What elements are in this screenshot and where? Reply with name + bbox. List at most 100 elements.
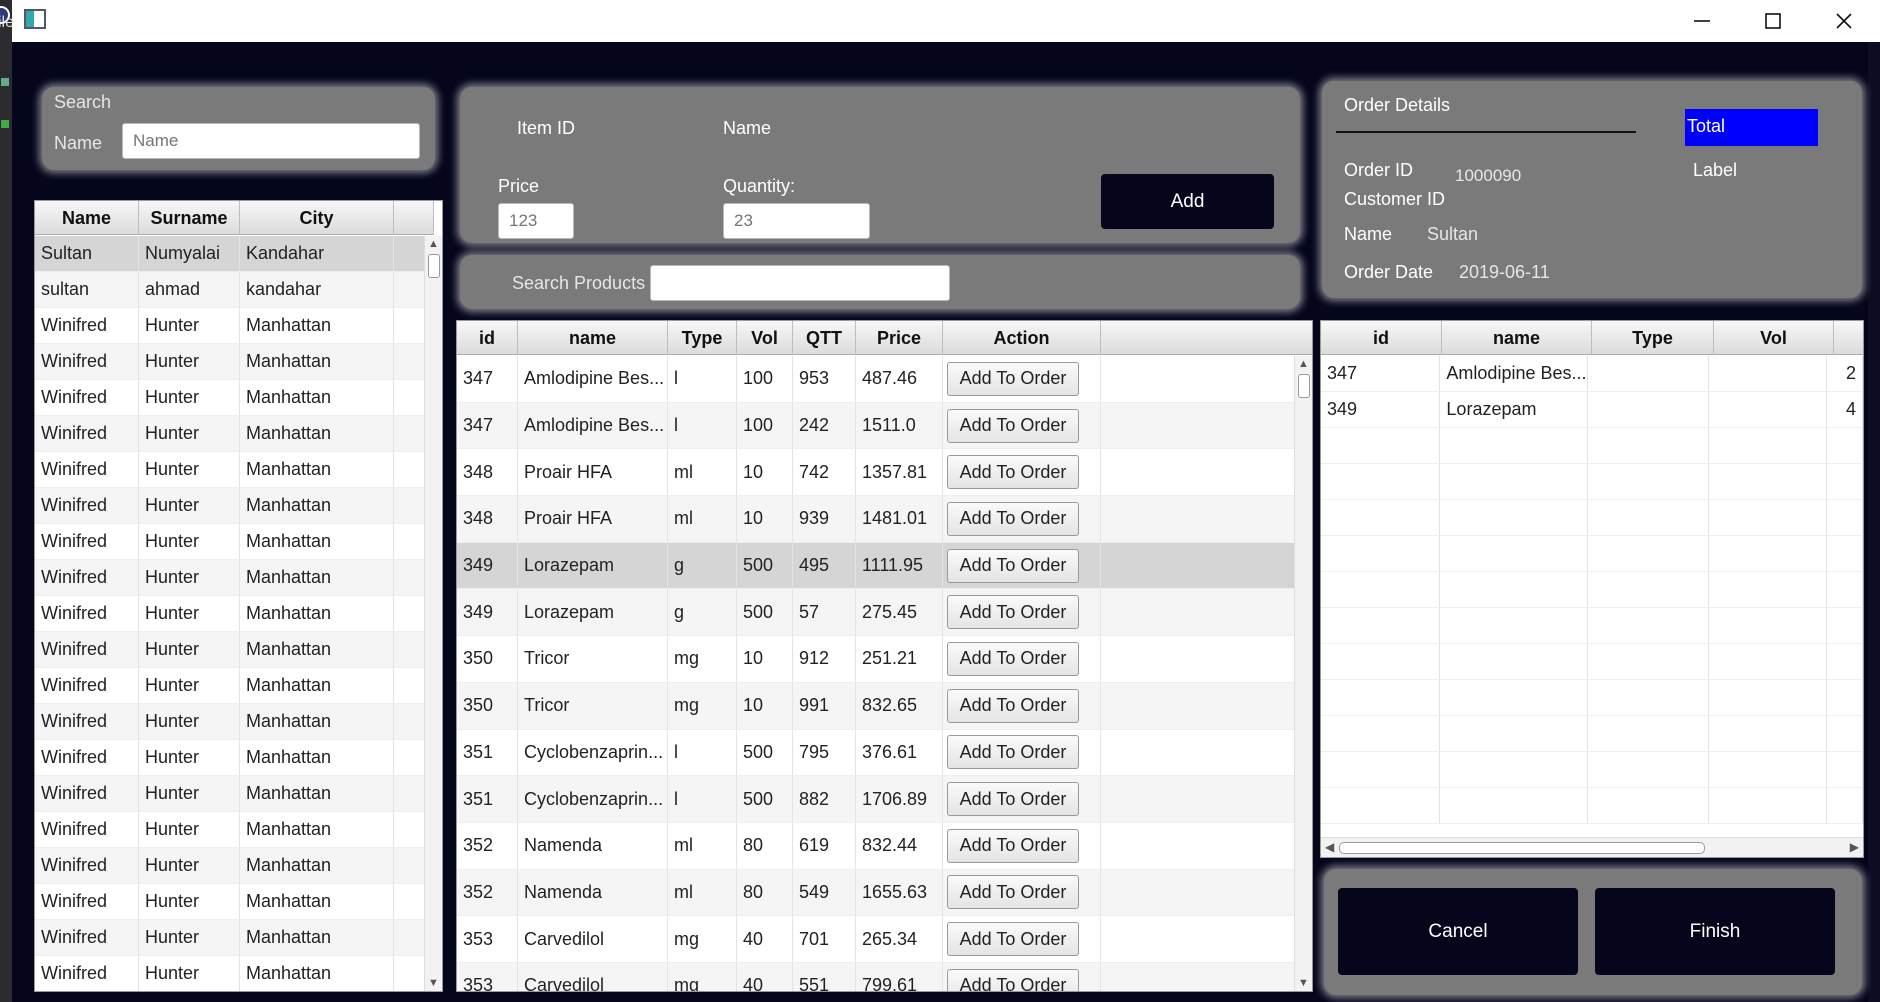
column-header-id[interactable]: id	[1321, 321, 1442, 355]
add-to-order-button[interactable]: Add To Order	[947, 548, 1079, 583]
customer-row[interactable]: Winifred Hunter Manhattan	[35, 776, 442, 812]
product-cell-name: Proair HFA	[518, 449, 668, 496]
customer-row[interactable]: Winifred Hunter Manhattan	[35, 524, 442, 560]
add-to-order-button[interactable]: Add To Order	[947, 922, 1079, 957]
maximize-button[interactable]	[1741, 4, 1805, 38]
customer-row[interactable]: Winifred Hunter Manhattan	[35, 560, 442, 596]
product-row[interactable]: 353 Carvedilol mg 40 551 799.61 Add To Order	[457, 962, 1312, 991]
scrollbar-thumb[interactable]	[1298, 374, 1310, 398]
column-header-surname[interactable]: Surname	[139, 201, 240, 235]
cancel-button[interactable]: Cancel	[1338, 888, 1578, 975]
customer-row[interactable]: Winifred Hunter Manhattan	[35, 632, 442, 668]
add-to-order-button[interactable]: Add To Order	[947, 641, 1079, 676]
customer-row[interactable]: Winifred Hunter Manhattan	[35, 812, 442, 848]
add-to-order-button[interactable]: Add To Order	[947, 828, 1079, 863]
product-row[interactable]: 349 Lorazepam g 500 495 1111.95 Add To Order	[457, 542, 1312, 590]
close-button[interactable]	[1812, 4, 1876, 38]
customer-row[interactable]: Winifred Hunter Manhattan	[35, 920, 442, 956]
product-row[interactable]: 352 Namenda ml 80 619 832.44 Add To Order	[457, 822, 1312, 870]
products-scrollbar[interactable]: ▲ ▼	[1294, 356, 1312, 991]
scroll-up-icon[interactable]: ▲	[428, 238, 439, 250]
add-to-order-button[interactable]: Add To Order	[947, 361, 1079, 396]
column-header-vol[interactable]: Vol	[737, 321, 793, 355]
column-header-name[interactable]: name	[518, 321, 668, 355]
customer-row[interactable]: Winifred Hunter Manhattan	[35, 308, 442, 344]
add-to-order-button[interactable]: Add To Order	[947, 408, 1079, 443]
product-row[interactable]: 349 Lorazepam g 500 57 275.45 Add To Order	[457, 589, 1312, 637]
customer-row[interactable]: Winifred Hunter Manhattan	[35, 884, 442, 920]
column-header-qtt[interactable]: QTT	[793, 321, 856, 355]
product-row[interactable]: 348 Proair HFA ml 10 939 1481.01 Add To Order	[457, 496, 1312, 543]
customers-scrollbar[interactable]: ▲ ▼	[424, 236, 442, 991]
column-header-price[interactable]: Price	[856, 321, 943, 355]
product-row[interactable]: 347 Amlodipine Bes... l 100 242 1511.0 Add To …	[457, 402, 1312, 450]
customer-row[interactable]: Winifred Hunter Manhattan	[35, 596, 442, 632]
customer-row[interactable]: Sultan Numyalai Kandahar	[35, 236, 442, 272]
product-row[interactable]: 350 Tricor mg 10 991 832.65 Add To Order	[457, 682, 1312, 730]
customer-row[interactable]: Winifred Hunter Manhattan	[35, 668, 442, 704]
column-header-type[interactable]: Type	[1592, 321, 1714, 355]
minimize-button[interactable]	[1670, 4, 1734, 38]
product-row[interactable]: 353 Carvedilol mg 40 701 265.34 Add To Order	[457, 916, 1312, 963]
search-products-input[interactable]	[650, 265, 950, 301]
column-header-type[interactable]: Type	[668, 321, 737, 355]
customer-row[interactable]: Winifred Hunter Manhattan	[35, 740, 442, 776]
finish-button[interactable]: Finish	[1595, 888, 1835, 975]
product-cell-name: Cyclobenzaprin...	[518, 776, 668, 822]
customer-row[interactable]: sultan ahmad kandahar	[35, 272, 442, 308]
add-to-order-button[interactable]: Add To Order	[947, 595, 1079, 630]
product-cell-name: Carvedilol	[518, 962, 668, 991]
customer-search-input[interactable]	[122, 123, 420, 159]
product-row[interactable]: 350 Tricor mg 10 912 251.21 Add To Order	[457, 636, 1312, 683]
customer-cell-city: Manhattan	[240, 344, 394, 379]
order-item-row[interactable]: 349 Lorazepam 4	[1321, 392, 1863, 428]
product-row[interactable]: 352 Namenda ml 80 549 1655.63 Add To Order	[457, 869, 1312, 917]
scrollbar-thumb[interactable]	[428, 254, 440, 278]
scroll-down-icon[interactable]: ▼	[1298, 977, 1309, 989]
add-to-order-button[interactable]: Add To Order	[947, 455, 1079, 490]
product-row[interactable]: 347 Amlodipine Bes... l 100 953 487.46 Add To …	[457, 356, 1312, 403]
customer-row[interactable]: Winifred Hunter Manhattan	[35, 956, 442, 991]
background-window-edge: ile	[0, 0, 14, 1002]
column-header-vol[interactable]: Vol	[1714, 321, 1834, 355]
order-item-cell	[1440, 464, 1589, 499]
scroll-up-icon[interactable]: ▲	[1298, 358, 1309, 370]
customer-cell-surname: ahmad	[139, 272, 240, 307]
order-item-row[interactable]: 347 Amlodipine Bes... 2	[1321, 356, 1863, 392]
add-to-order-button[interactable]: Add To Order	[947, 688, 1079, 723]
customer-row[interactable]: Winifred Hunter Manhattan	[35, 488, 442, 524]
total-value-label: Label	[1693, 160, 1738, 180]
price-input[interactable]	[498, 203, 574, 239]
customer-row[interactable]: Winifred Hunter Manhattan	[35, 416, 442, 452]
column-header-city[interactable]: City	[240, 201, 394, 235]
customer-cell-name: Winifred	[35, 596, 139, 631]
customer-row[interactable]: Winifred Hunter Manhattan	[35, 848, 442, 884]
add-to-order-button[interactable]: Add To Order	[947, 875, 1079, 910]
add-to-order-button[interactable]: Add To Order	[947, 735, 1079, 770]
add-to-order-button[interactable]: Add To Order	[947, 501, 1079, 536]
customer-row[interactable]: Winifred Hunter Manhattan	[35, 704, 442, 740]
scroll-right-icon[interactable]: ▶	[1850, 840, 1859, 854]
column-header-name[interactable]: name	[1442, 321, 1592, 355]
customer-row[interactable]: Winifred Hunter Manhattan	[35, 452, 442, 488]
add-button[interactable]: Add	[1101, 174, 1274, 229]
order-item-cell	[1588, 608, 1709, 643]
add-to-order-button[interactable]: Add To Order	[947, 968, 1079, 991]
product-row[interactable]: 348 Proair HFA ml 10 742 1357.81 Add To Order	[457, 449, 1312, 497]
customer-row[interactable]: Winifred Hunter Manhattan	[35, 380, 442, 416]
scrollbar-thumb[interactable]	[1339, 842, 1705, 854]
quantity-input[interactable]	[723, 203, 870, 239]
customer-cell-name: Winifred	[35, 848, 139, 883]
column-header-id[interactable]: id	[457, 321, 518, 355]
product-row[interactable]: 351 Cyclobenzaprin... l 500 882 1706.89 Add To…	[457, 776, 1312, 823]
product-cell-name: Namenda	[518, 869, 668, 916]
column-header-action[interactable]: Action	[943, 321, 1101, 355]
customer-cell-surname: Hunter	[139, 560, 240, 595]
add-to-order-button[interactable]: Add To Order	[947, 782, 1079, 817]
scroll-left-icon[interactable]: ◀	[1325, 840, 1334, 854]
order-items-horizontal-scrollbar[interactable]: ◀ ▶	[1321, 837, 1863, 857]
scroll-down-icon[interactable]: ▼	[428, 977, 439, 989]
customer-row[interactable]: Winifred Hunter Manhattan	[35, 344, 442, 380]
column-header-name[interactable]: Name	[35, 201, 139, 235]
product-row[interactable]: 351 Cyclobenzaprin... l 500 795 376.61 Add To …	[457, 729, 1312, 777]
